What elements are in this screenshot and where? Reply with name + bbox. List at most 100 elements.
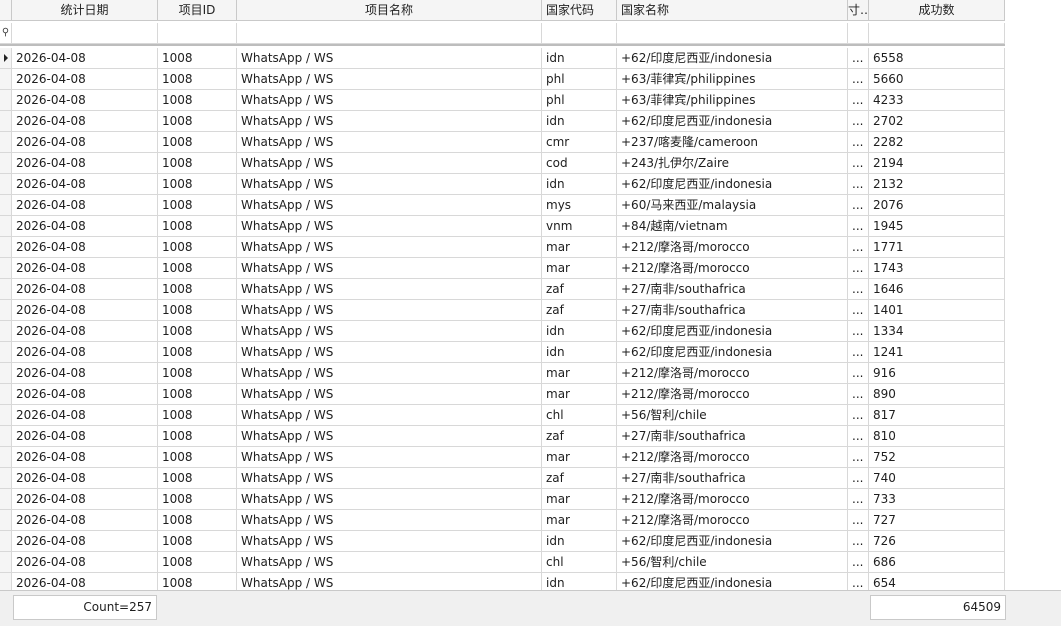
cell-project-name[interactable]: WhatsApp / WS (237, 69, 542, 90)
cell-project-id[interactable]: 1008 (158, 69, 237, 90)
cell-country-name[interactable]: +63/菲律宾/philippines (617, 90, 848, 111)
cell-country-name[interactable]: +62/印度尼西亚/indonesia (617, 111, 848, 132)
table-row[interactable]: 2026-04-08 1008 WhatsApp / WS zaf +27/南非/sou… (0, 468, 1005, 489)
table-row[interactable]: 2026-04-08 1008 WhatsApp / WS mys +60/马来西亚/m… (0, 195, 1005, 216)
cell-country-name[interactable]: +212/摩洛哥/morocco (617, 237, 848, 258)
cell-project-id[interactable]: 1008 (158, 300, 237, 321)
cell-success[interactable]: 916 (869, 363, 1005, 384)
cell-project-name[interactable]: WhatsApp / WS (237, 111, 542, 132)
cell-success[interactable]: 817 (869, 405, 1005, 426)
cell-country-name[interactable]: +237/喀麦隆/cameroon (617, 132, 848, 153)
cell-country-code[interactable]: vnm (542, 216, 617, 237)
cell-success[interactable]: 2282 (869, 132, 1005, 153)
cell-narrow[interactable]: ... (848, 552, 869, 573)
cell-country-code[interactable]: idn (542, 531, 617, 552)
table-row[interactable]: 2026-04-08 1008 WhatsApp / WS cod +243/扎伊尔/Z… (0, 153, 1005, 174)
cell-project-id[interactable]: 1008 (158, 258, 237, 279)
cell-narrow[interactable]: ... (848, 90, 869, 111)
cell-project-id[interactable]: 1008 (158, 342, 237, 363)
cell-narrow[interactable]: ... (848, 174, 869, 195)
cell-country-name[interactable]: +62/印度尼西亚/indonesia (617, 174, 848, 195)
column-header-narrow[interactable]: 寸… (848, 0, 869, 21)
cell-date[interactable]: 2026-04-08 (12, 132, 158, 153)
cell-narrow[interactable]: ... (848, 69, 869, 90)
cell-project-id[interactable]: 1008 (158, 384, 237, 405)
cell-project-name[interactable]: WhatsApp / WS (237, 258, 542, 279)
cell-narrow[interactable]: ... (848, 405, 869, 426)
filter-cell-narrow[interactable] (848, 23, 869, 44)
cell-project-id[interactable]: 1008 (158, 552, 237, 573)
cell-project-id[interactable]: 1008 (158, 174, 237, 195)
cell-date[interactable]: 2026-04-08 (12, 447, 158, 468)
cell-country-name[interactable]: +27/南非/southafrica (617, 468, 848, 489)
cell-country-code[interactable]: chl (542, 405, 617, 426)
cell-project-id[interactable]: 1008 (158, 132, 237, 153)
column-header-country-name[interactable]: 国家名称 (617, 0, 848, 21)
table-row[interactable]: 2026-04-08 1008 WhatsApp / WS mar +212/摩洛哥/m… (0, 258, 1005, 279)
cell-project-id[interactable]: 1008 (158, 510, 237, 531)
cell-country-name[interactable]: +62/印度尼西亚/indonesia (617, 342, 848, 363)
cell-date[interactable]: 2026-04-08 (12, 174, 158, 195)
cell-project-name[interactable]: WhatsApp / WS (237, 195, 542, 216)
cell-date[interactable]: 2026-04-08 (12, 489, 158, 510)
cell-date[interactable]: 2026-04-08 (12, 405, 158, 426)
cell-date[interactable]: 2026-04-08 (12, 216, 158, 237)
cell-country-code[interactable]: cmr (542, 132, 617, 153)
cell-country-name[interactable]: +212/摩洛哥/morocco (617, 510, 848, 531)
cell-project-id[interactable]: 1008 (158, 48, 237, 69)
table-row[interactable]: 2026-04-08 1008 WhatsApp / WS idn +62/印度尼西亚/… (0, 174, 1005, 195)
table-row[interactable]: 2026-04-08 1008 WhatsApp / WS phl +63/菲律宾/ph… (0, 69, 1005, 90)
cell-project-id[interactable]: 1008 (158, 153, 237, 174)
filter-cell-project-name[interactable] (237, 23, 542, 44)
cell-date[interactable]: 2026-04-08 (12, 321, 158, 342)
cell-project-name[interactable]: WhatsApp / WS (237, 321, 542, 342)
cell-success[interactable]: 752 (869, 447, 1005, 468)
cell-success[interactable]: 5660 (869, 69, 1005, 90)
cell-country-code[interactable]: idn (542, 342, 617, 363)
cell-country-code[interactable]: idn (542, 111, 617, 132)
cell-narrow[interactable]: ... (848, 447, 869, 468)
filter-cell-country-name[interactable] (617, 23, 848, 44)
cell-narrow[interactable]: ... (848, 258, 869, 279)
cell-success[interactable]: 1401 (869, 300, 1005, 321)
cell-country-name[interactable]: +62/印度尼西亚/indonesia (617, 321, 848, 342)
cell-project-id[interactable]: 1008 (158, 426, 237, 447)
cell-country-name[interactable]: +62/印度尼西亚/indonesia (617, 531, 848, 552)
cell-narrow[interactable]: ... (848, 363, 869, 384)
cell-project-name[interactable]: WhatsApp / WS (237, 405, 542, 426)
cell-country-code[interactable]: mar (542, 447, 617, 468)
cell-success[interactable]: 1771 (869, 237, 1005, 258)
cell-date[interactable]: 2026-04-08 (12, 279, 158, 300)
filter-cell-date[interactable] (12, 23, 158, 44)
cell-project-name[interactable]: WhatsApp / WS (237, 174, 542, 195)
cell-country-code[interactable]: idn (542, 321, 617, 342)
cell-date[interactable]: 2026-04-08 (12, 48, 158, 69)
cell-success[interactable]: 733 (869, 489, 1005, 510)
cell-date[interactable]: 2026-04-08 (12, 237, 158, 258)
table-row[interactable]: 2026-04-08 1008 WhatsApp / WS idn +62/印度尼西亚/… (0, 321, 1005, 342)
cell-country-code[interactable]: mar (542, 363, 617, 384)
cell-country-code[interactable]: phl (542, 69, 617, 90)
cell-project-name[interactable]: WhatsApp / WS (237, 510, 542, 531)
column-header-country-code[interactable]: 国家代码 (542, 0, 617, 21)
cell-project-id[interactable]: 1008 (158, 321, 237, 342)
cell-narrow[interactable]: ... (848, 153, 869, 174)
cell-project-id[interactable]: 1008 (158, 531, 237, 552)
cell-date[interactable]: 2026-04-08 (12, 69, 158, 90)
cell-project-id[interactable]: 1008 (158, 90, 237, 111)
cell-narrow[interactable]: ... (848, 489, 869, 510)
cell-date[interactable]: 2026-04-08 (12, 426, 158, 447)
cell-narrow[interactable]: ... (848, 384, 869, 405)
cell-country-name[interactable]: +56/智利/chile (617, 552, 848, 573)
cell-success[interactable]: 1743 (869, 258, 1005, 279)
filter-cell-success[interactable] (869, 23, 1005, 44)
cell-success[interactable]: 2132 (869, 174, 1005, 195)
cell-project-name[interactable]: WhatsApp / WS (237, 468, 542, 489)
cell-project-name[interactable]: WhatsApp / WS (237, 153, 542, 174)
cell-country-name[interactable]: +212/摩洛哥/morocco (617, 258, 848, 279)
cell-project-name[interactable]: WhatsApp / WS (237, 531, 542, 552)
cell-date[interactable]: 2026-04-08 (12, 384, 158, 405)
cell-narrow[interactable]: ... (848, 426, 869, 447)
cell-country-code[interactable]: zaf (542, 468, 617, 489)
cell-country-name[interactable]: +27/南非/southafrica (617, 300, 848, 321)
